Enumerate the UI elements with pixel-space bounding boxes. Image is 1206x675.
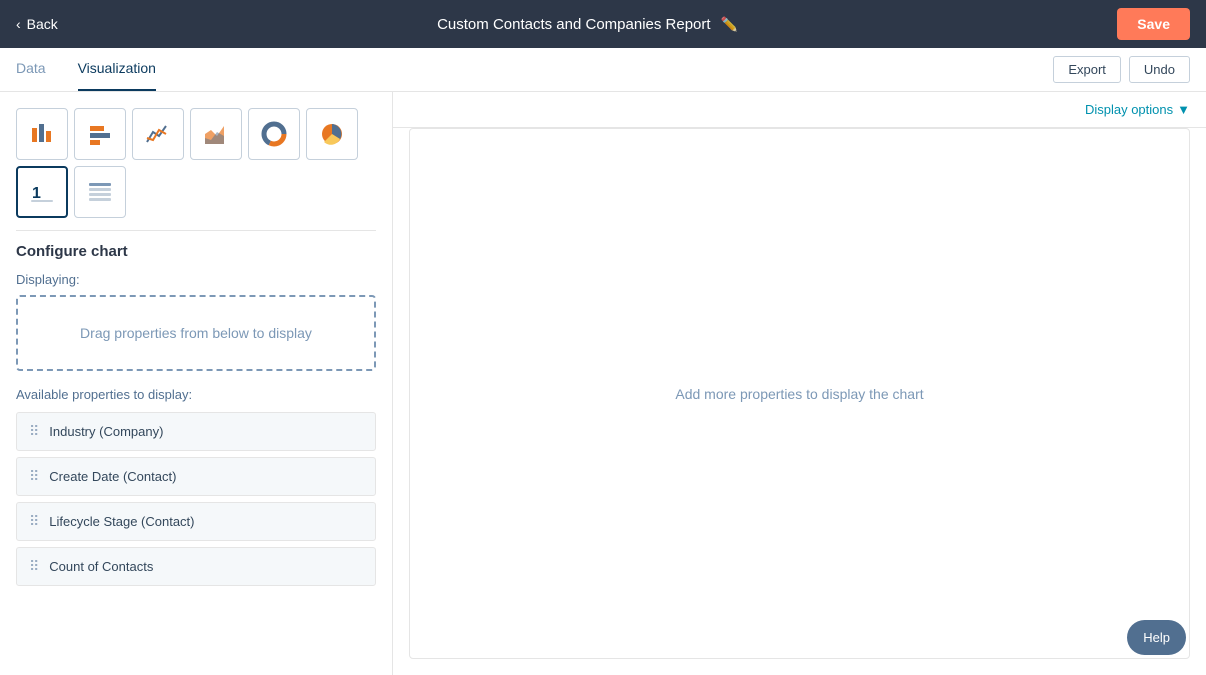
donut-chart-icon [260,120,288,148]
displaying-label: Displaying: [16,272,376,287]
configure-chart-title: Configure chart [16,243,376,260]
area-chart-button[interactable] [190,108,242,160]
table-chart-icon [86,178,114,206]
display-options-bar: Display options ▼ [393,92,1206,128]
pie-chart-button[interactable] [306,108,358,160]
sidebar: 1 Configure chart Displaying: Drag prope… [0,92,393,675]
list-item[interactable]: ⠿ Create Date (Contact) [16,457,376,496]
undo-button[interactable]: Undo [1129,56,1190,83]
export-button[interactable]: Export [1053,56,1121,83]
area-chart-icon [202,120,230,148]
main-layout: 1 Configure chart Displaying: Drag prope… [0,92,1206,675]
chevron-down-icon: ▼ [1177,102,1190,117]
column-chart-icon [86,120,114,148]
drag-handle-icon: ⠿ [29,423,39,440]
property-label: Count of Contacts [49,559,153,574]
report-title: Custom Contacts and Companies Report [437,16,710,33]
available-properties-label: Available properties to display: [16,387,376,402]
back-button[interactable]: ‹ Back [16,16,58,32]
tabs-actions: Export Undo [1053,56,1190,83]
line-chart-icon [144,120,172,148]
number-chart-icon: 1 [28,178,56,206]
display-options-label: Display options [1085,102,1173,117]
chart-empty-area: Add more properties to display the chart [409,128,1190,659]
donut-chart-button[interactable] [248,108,300,160]
chart-type-grid: 1 [16,108,376,218]
tabs-row: Data Visualization Export Undo [0,48,1206,92]
top-bar-right: Save [1117,8,1190,40]
line-chart-button[interactable] [132,108,184,160]
chart-empty-text: Add more properties to display the chart [675,386,923,402]
property-label: Lifecycle Stage (Contact) [49,514,194,529]
table-chart-button[interactable] [74,166,126,218]
main-content: Display options ▼ Add more properties to… [393,92,1206,675]
drag-handle-icon: ⠿ [29,468,39,485]
bar-chart-icon [28,120,56,148]
list-item[interactable]: ⠿ Lifecycle Stage (Contact) [16,502,376,541]
top-bar: ‹ Back Custom Contacts and Companies Rep… [0,0,1206,48]
drag-handle-icon: ⠿ [29,558,39,575]
list-item[interactable]: ⠿ Industry (Company) [16,412,376,451]
pie-chart-icon [318,120,346,148]
display-options-button[interactable]: Display options ▼ [1085,102,1190,117]
edit-title-icon[interactable]: ✏️ [721,16,738,33]
list-item[interactable]: ⠿ Count of Contacts [16,547,376,586]
tab-visualization[interactable]: Visualization [78,48,156,91]
number-chart-button[interactable]: 1 [16,166,68,218]
drop-zone[interactable]: Drag properties from below to display [16,295,376,371]
divider-1 [16,230,376,231]
column-chart-button[interactable] [74,108,126,160]
drop-zone-text: Drag properties from below to display [80,325,312,341]
bar-chart-button[interactable] [16,108,68,160]
tab-data[interactable]: Data [16,48,46,91]
help-button[interactable]: Help [1127,620,1186,655]
svg-text:1: 1 [32,185,41,202]
back-label: Back [27,16,58,32]
tabs-center: Data Visualization [16,48,156,91]
drag-handle-icon: ⠿ [29,513,39,530]
report-title-container: Custom Contacts and Companies Report ✏️ [437,16,738,33]
back-icon: ‹ [16,16,21,32]
save-button[interactable]: Save [1117,8,1190,40]
property-label: Create Date (Contact) [49,469,176,484]
property-label: Industry (Company) [49,424,163,439]
